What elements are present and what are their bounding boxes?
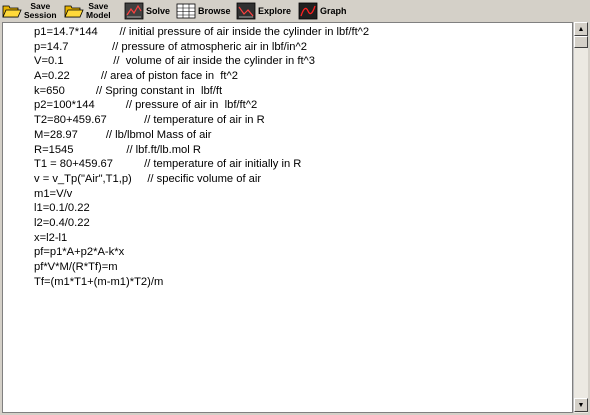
explore-button[interactable]: Explore: [234, 0, 296, 22]
scrollbar-thumb[interactable]: [574, 36, 588, 48]
scroll-down-button[interactable]: ▼: [574, 398, 588, 412]
graph-button[interactable]: Graph: [296, 0, 348, 22]
equation-line: R=1545 // lbf.ft/lb.mol R: [34, 143, 201, 156]
graph-label: Graph: [320, 6, 347, 16]
arrow-down-icon: ▼: [577, 401, 585, 409]
save-model-label: Save Model: [86, 1, 111, 20]
equation-line: A=0.22 // area of piston face in ft^2: [34, 70, 238, 83]
solve-calculator-icon: [124, 2, 144, 20]
solve-button[interactable]: Solve: [122, 0, 174, 22]
solve-label: Solve: [146, 6, 171, 16]
equation-line: T2=80+459.67 // temperature of air in R: [34, 114, 265, 127]
folder-open-icon: [2, 2, 22, 20]
equation-lines: p1=14.7*144 // initial pressure of air i…: [34, 25, 369, 289]
equation-line: v = v_Tp("Air",T1,p) // specific volume …: [34, 172, 262, 185]
equation-line: pf=p1*A+p2*A-k*x: [34, 246, 125, 259]
table-grid-icon: [176, 2, 196, 20]
arrow-up-icon: ▲: [577, 25, 585, 33]
folder-open-icon: [64, 2, 84, 20]
graph-plot-icon: [298, 2, 318, 20]
equation-line: l2=0.4/0.22: [34, 216, 90, 229]
save-session-label: Save Session: [24, 1, 57, 20]
toolbar: Save Session Save Model Solve Browse Exp…: [0, 0, 590, 22]
equation-line: x=l2-l1: [34, 231, 68, 244]
save-session-button[interactable]: Save Session: [0, 0, 62, 22]
equation-line: p1=14.7*144 // initial pressure of air i…: [34, 26, 370, 38]
equation-line: T1 = 80+459.67 // temperature of air ini…: [34, 158, 302, 171]
equation-line: V=0.1 // volume of air inside the cylind…: [34, 55, 316, 68]
equation-line: p=14.7 // pressure of atmospheric air in…: [34, 40, 307, 53]
save-model-button[interactable]: Save Model: [62, 0, 122, 22]
equation-line: Tf=(m1*T1+(m-m1)*T2)/m: [34, 275, 164, 288]
browse-button[interactable]: Browse: [174, 0, 234, 22]
vertical-scrollbar[interactable]: ▲ ▼: [573, 22, 588, 413]
equation-line: p2=100*144 // pressure of air in lbf/ft^…: [34, 99, 258, 112]
explore-chart-icon: [236, 2, 256, 20]
equation-line: l1=0.1/0.22: [34, 202, 90, 215]
equation-line: k=650 // Spring constant in lbf/ft: [34, 84, 223, 97]
scroll-up-button[interactable]: ▲: [574, 22, 588, 36]
equation-line: pf*V*M/(R*Tf)=m: [34, 261, 118, 273]
browse-label: Browse: [198, 6, 231, 16]
explore-label: Explore: [258, 6, 292, 16]
equation-line: m1=V/v: [34, 187, 73, 200]
equation-line: M=28.97 // lb/lbmol Mass of air: [34, 128, 212, 141]
equation-editor[interactable]: p1=14.7*144 // initial pressure of air i…: [2, 22, 573, 413]
